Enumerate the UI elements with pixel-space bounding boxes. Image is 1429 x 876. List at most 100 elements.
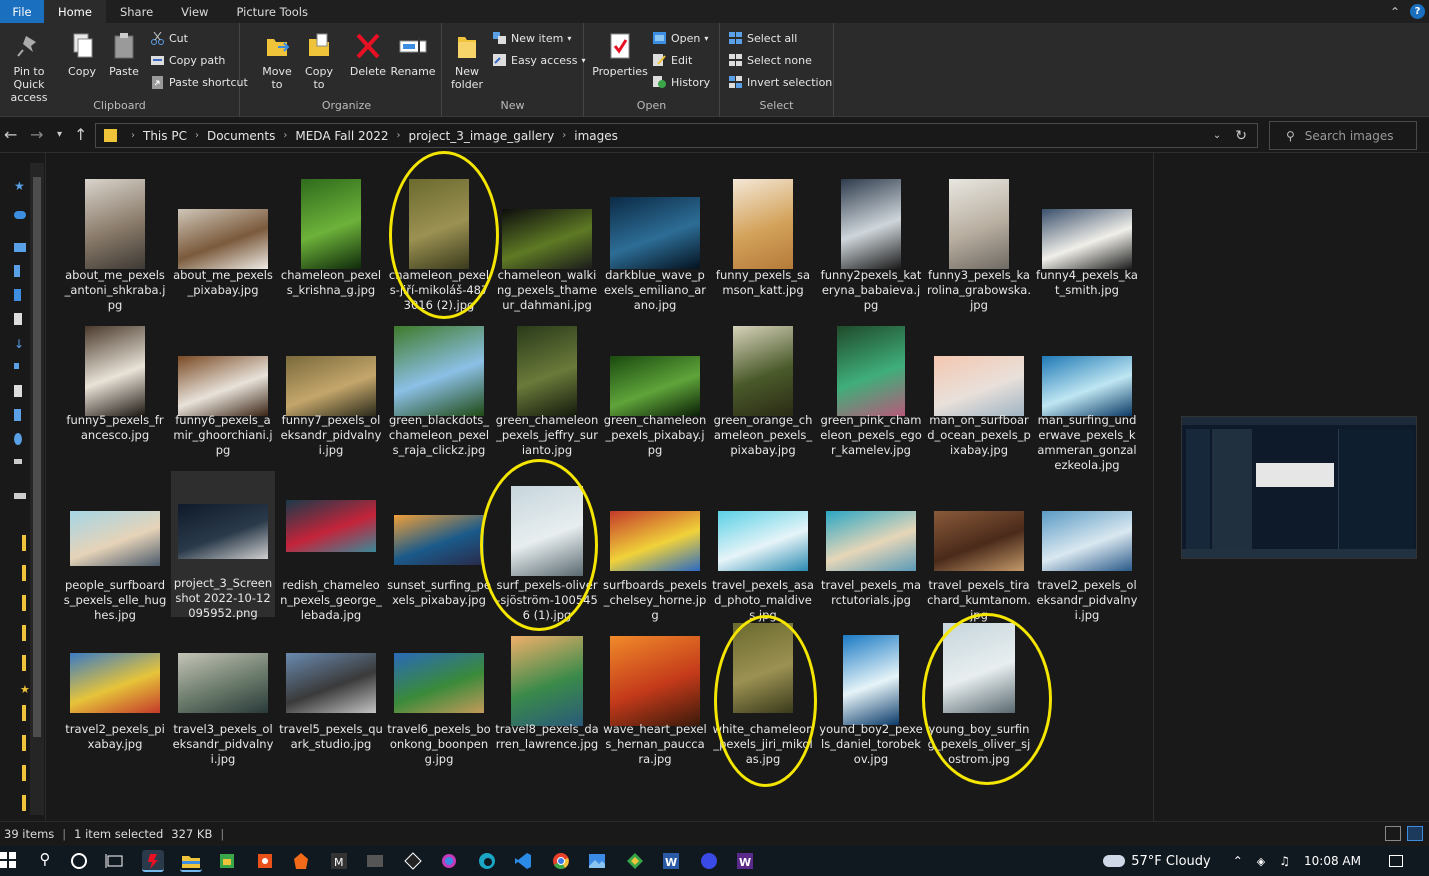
tab-picture-tools[interactable]: Picture Tools: [222, 0, 322, 23]
folder-icon[interactable]: [22, 595, 26, 611]
file-tile[interactable]: travel3_pexels_oleksandr_pidvalnyi.jpg: [171, 623, 275, 773]
delete-button[interactable]: Delete: [348, 31, 388, 78]
file-tile[interactable]: project_3_Screenshot 2022-10-12 095952.p…: [171, 471, 275, 620]
file-tile[interactable]: travel2_pexels_oleksandr_pidvalnyi.jpg: [1035, 473, 1139, 622]
app-icon[interactable]: [402, 850, 424, 872]
task-view-icon[interactable]: [104, 850, 126, 872]
file-tile[interactable]: surfboards_pexels_chelsey_horne.jpg: [603, 473, 707, 622]
app-icon[interactable]: M: [328, 850, 350, 872]
large-icons-view-icon[interactable]: [1407, 826, 1423, 841]
file-tile[interactable]: surf_pexels-oliver-sjöström-1005456 (1).…: [495, 473, 599, 622]
file-tile[interactable]: redish_chameleon_pexels_george_lebada.jp…: [279, 473, 383, 622]
file-tile[interactable]: about_me_pexels_antoni_shkraba.jpg: [63, 165, 167, 315]
folder-icon[interactable]: [22, 705, 26, 721]
file-tile[interactable]: travel_pexels_marctutorials.jpg: [819, 473, 923, 617]
details-view-icon[interactable]: [1385, 826, 1401, 841]
file-tile[interactable]: young_boy_surfing_pexels_oliver_sjostrom…: [927, 623, 1031, 773]
select-none-button[interactable]: Select none: [728, 51, 812, 69]
tab-file[interactable]: File: [0, 0, 44, 23]
edit-button[interactable]: Edit: [652, 51, 692, 69]
file-tile[interactable]: yound_boy2_pexels_daniel_torobekov.jpg: [819, 623, 923, 773]
documents-icon[interactable]: [14, 313, 22, 325]
network-icon[interactable]: ◈: [1257, 855, 1265, 868]
file-tile[interactable]: funny5_pexels_francesco.jpg: [63, 313, 167, 463]
file-tile[interactable]: funny2pexels_kateryna_babaieva.jpg: [819, 165, 923, 315]
folder-icon[interactable]: [22, 765, 26, 781]
notifications-icon[interactable]: [1389, 855, 1403, 867]
scrollbar-thumb[interactable]: [33, 177, 41, 737]
move-to-button[interactable]: Move to: [256, 31, 298, 91]
this-pc-icon[interactable]: [14, 243, 26, 252]
address-dropdown-icon[interactable]: ⌄: [1213, 130, 1221, 141]
network-icon[interactable]: [14, 433, 22, 445]
collapse-ribbon-icon[interactable]: ⌃: [1390, 5, 1400, 19]
chevron-up-icon[interactable]: ⌃: [1233, 854, 1243, 868]
app-icon[interactable]: [290, 850, 312, 872]
file-tile[interactable]: funny6_pexels_amir_ghoorchiani.jpg: [171, 313, 275, 463]
folder-3d-icon[interactable]: [14, 265, 20, 277]
chrome-icon[interactable]: [550, 850, 572, 872]
cut-button[interactable]: Cut: [150, 29, 188, 47]
clock[interactable]: 10:08 AM: [1304, 854, 1361, 868]
app-icon[interactable]: W: [734, 850, 756, 872]
breadcrumb-documents[interactable]: Documents: [207, 129, 275, 143]
weather-text[interactable]: 57°F Cloudy: [1131, 854, 1210, 869]
back-arrow-icon[interactable]: ←: [4, 125, 17, 144]
folder-icon[interactable]: [22, 625, 26, 641]
file-tile[interactable]: chameleon_pexels-jiří-mikoláš-4873016 (2…: [387, 165, 491, 315]
file-tile[interactable]: green_chameleon_pexels_jeffry_surianto.j…: [495, 313, 599, 463]
file-tile[interactable]: green_blackdots_chameleon_pexels_raja_cl…: [387, 313, 491, 463]
recent-locations-chevron-icon[interactable]: ▾: [57, 129, 62, 140]
file-tile[interactable]: white_chameleon_pexels_jiri_mikolas.jpg: [711, 623, 815, 773]
copy-button[interactable]: Copy: [62, 31, 102, 78]
app-icon[interactable]: [698, 850, 720, 872]
file-tile[interactable]: sunset_surfing_pexels_pixabay.jpg: [387, 473, 491, 617]
videos-icon[interactable]: [14, 409, 21, 421]
easy-access-button[interactable]: Easy access ▾: [492, 51, 586, 69]
vscode-icon[interactable]: [512, 850, 534, 872]
breadcrumb-meda-fall-2022[interactable]: MEDA Fall 2022: [295, 129, 388, 143]
folder-icon[interactable]: [22, 565, 26, 581]
rename-button[interactable]: Rename: [390, 31, 436, 78]
app-icon[interactable]: [254, 850, 276, 872]
tab-home[interactable]: Home: [44, 0, 106, 23]
forward-arrow-icon[interactable]: →: [30, 125, 43, 144]
file-tile[interactable]: chameleon_walking_pexels_thameur_dahmani…: [495, 165, 599, 315]
copy-path-button[interactable]: Copy path: [150, 51, 225, 69]
file-tile[interactable]: travel2_pexels_pixabay.jpg: [63, 623, 167, 773]
local-disk-icon[interactable]: [14, 493, 26, 499]
new-folder-button[interactable]: New folder: [446, 31, 488, 91]
properties-button[interactable]: Properties: [590, 31, 650, 78]
file-tile[interactable]: wave_heart_pexels_hernan_pauccara.jpg: [603, 623, 707, 773]
file-tile[interactable]: darkblue_wave_pexels_emiliano_arano.jpg: [603, 165, 707, 315]
file-tile[interactable]: travel_pexels_tirachard_kumtanom.jpg: [927, 473, 1031, 622]
file-tile[interactable]: travel5_pexels_quark_studio.jpg: [279, 623, 383, 773]
app-icon[interactable]: [142, 850, 164, 872]
search-icon[interactable]: ⚲: [34, 850, 56, 872]
paste-shortcut-button[interactable]: Paste shortcut: [150, 73, 248, 91]
breadcrumb-images[interactable]: images: [574, 129, 618, 143]
help-icon[interactable]: ?: [1410, 4, 1425, 19]
paste-button[interactable]: Paste: [104, 31, 144, 78]
file-tile[interactable]: funny_pexels_samson_katt.jpg: [711, 165, 815, 315]
file-tile[interactable]: man_on_surfboard_ocean_pexels_pixabay.jp…: [927, 313, 1031, 463]
file-explorer-icon[interactable]: [180, 850, 202, 872]
file-tile[interactable]: people_surfboards_pexels_elle_hughes.jpg: [63, 473, 167, 622]
navigation-scrollbar[interactable]: [30, 163, 44, 815]
file-tile[interactable]: travel6_pexels_boonkong_boonpeng.jpg: [387, 623, 491, 773]
app-icon[interactable]: [438, 850, 460, 872]
onedrive-icon[interactable]: [14, 211, 26, 219]
file-tile[interactable]: funny3_pexels_karolina_grabowska.jpg: [927, 165, 1031, 315]
folder-icon[interactable]: [22, 735, 26, 751]
breadcrumb-project-3[interactable]: project_3_image_gallery: [409, 129, 555, 143]
downloads-icon[interactable]: ↓: [14, 337, 26, 351]
file-tile[interactable]: green_orange_chameleon_pexels_pixabay.jp…: [711, 313, 815, 463]
new-item-button[interactable]: New item ▾: [492, 29, 571, 47]
windows-start-icon[interactable]: [0, 852, 16, 868]
file-tile[interactable]: funny4_pexels_kat_smith.jpg: [1035, 165, 1139, 315]
file-tile[interactable]: funny7_pexels_oleksandr_pidvalnyi.jpg: [279, 313, 383, 463]
file-tile[interactable]: travel_pexels_asad_photo_maldives.jpg: [711, 473, 815, 622]
copy-to-button[interactable]: Copy to: [298, 31, 340, 91]
quick-access-star-icon[interactable]: ★: [14, 179, 26, 193]
pin-to-quick-access-button[interactable]: Pin to Quick access: [0, 31, 58, 104]
